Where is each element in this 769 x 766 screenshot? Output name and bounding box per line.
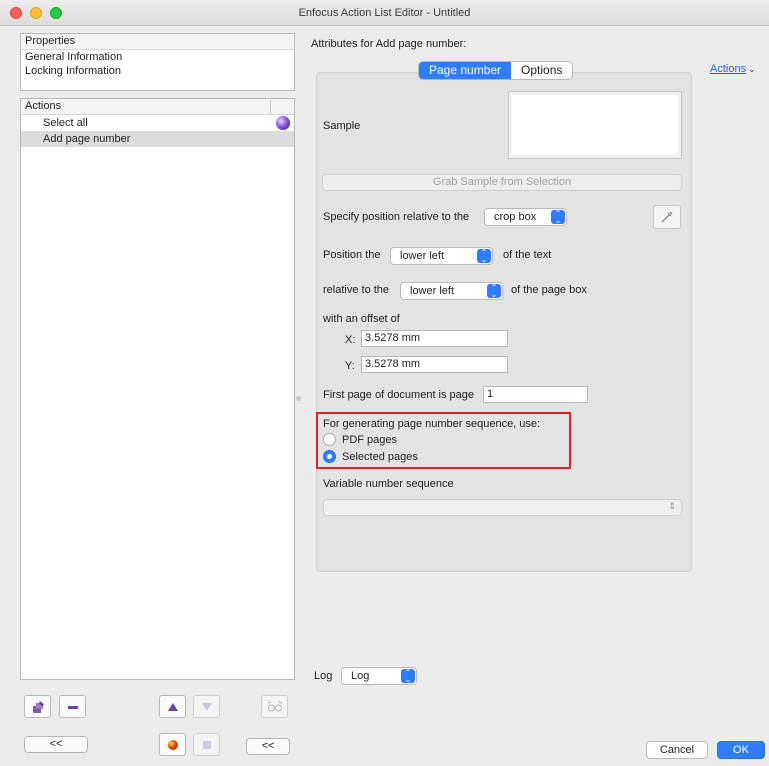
cancel-button[interactable]: Cancel [646, 741, 708, 759]
move-down-button[interactable] [193, 695, 220, 718]
move-up-button[interactable] [159, 695, 186, 718]
updown-arrows-icon: ⌃ ⌄ [477, 249, 491, 264]
grab-sample-button[interactable]: Grab Sample from Selection [322, 174, 682, 191]
preview-button[interactable] [261, 695, 288, 718]
sample-preview [508, 91, 682, 159]
pdf-pages-radio[interactable] [323, 433, 336, 446]
move-down-icon [201, 702, 212, 711]
y-offset-field[interactable]: 3.5278 mm [361, 356, 508, 373]
collapse-right-button[interactable]: << [246, 738, 290, 755]
glasses-icon [267, 700, 282, 712]
actions-menu-label: Actions [710, 63, 747, 75]
remove-action-button[interactable] [59, 695, 86, 718]
eyedropper-button[interactable] [653, 205, 681, 229]
first-page-field[interactable]: 1 [483, 386, 588, 403]
ok-button[interactable]: OK [717, 741, 765, 759]
action-item-select-all[interactable]: Select all [21, 115, 294, 131]
chevron-down-icon: ⌄ [748, 64, 756, 74]
splitter-handle[interactable] [296, 396, 301, 401]
of-page-box-label: of the page box [511, 284, 587, 296]
action-item-label: Select all [43, 117, 88, 129]
tab-options[interactable]: Options [511, 62, 572, 79]
text-anchor-value: lower left [400, 250, 445, 262]
log-label: Log [314, 670, 333, 682]
header-divider [270, 100, 271, 114]
edit-action-button[interactable] [24, 695, 51, 718]
attributes-title: Attributes for Add page number: [311, 38, 467, 50]
x-offset-label: X: [345, 334, 356, 346]
log-select[interactable]: Log ⌃ ⌄ [341, 667, 417, 685]
properties-header: Properties [21, 34, 294, 50]
updown-arrows-icon: ⌃ ⌄ [401, 669, 415, 684]
offset-label: with an offset of [323, 313, 400, 325]
record-button[interactable] [159, 733, 186, 756]
position-relative-select[interactable]: crop box ⌃ ⌄ [484, 208, 567, 226]
position-relative-label: Specify position relative to the [323, 211, 470, 223]
actions-menu[interactable]: Actions ⌄ [710, 63, 756, 75]
updown-arrows-icon: ⌃ ⌄ [487, 284, 501, 299]
sample-label: Sample [323, 120, 361, 132]
sequence-label: For generating page number sequence, use… [323, 418, 541, 430]
actions-list: Actions Select all Add page number [20, 98, 295, 680]
edit-icon [32, 700, 44, 713]
text-anchor-select[interactable]: lower left ⌃ ⌄ [390, 247, 493, 265]
actions-header: Actions [21, 99, 294, 115]
updown-arrows-icon: ⇕ [668, 501, 676, 511]
stop-icon [202, 740, 211, 749]
record-icon [167, 739, 178, 750]
log-value: Log [351, 670, 370, 682]
window-title: Enfocus Action List Editor - Untitled [298, 7, 471, 19]
first-page-label: First page of document is page [323, 389, 475, 401]
position-the-label: Position the [323, 249, 381, 261]
variable-sequence-label: Variable number sequence [323, 478, 454, 490]
collapse-left-button[interactable]: << [24, 736, 88, 753]
sphere-icon [276, 116, 290, 130]
move-up-icon [167, 702, 178, 711]
title-bar: Enfocus Action List Editor - Untitled [0, 0, 769, 26]
y-offset-label: Y: [345, 360, 355, 372]
selected-pages-radio[interactable] [323, 450, 336, 463]
properties-item-general[interactable]: General Information [21, 50, 294, 64]
remove-icon [67, 705, 78, 709]
action-item-add-page-number[interactable]: Add page number [21, 131, 294, 147]
page-box-anchor-value: lower left [410, 285, 455, 297]
properties-item-locking[interactable]: Locking Information [21, 64, 294, 78]
updown-arrows-icon: ⌃ ⌄ [551, 210, 565, 225]
editor-window: Enfocus Action List Editor - Untitled Pr… [0, 0, 769, 766]
tab-bar: Page number Options [418, 61, 574, 80]
actions-header-label: Actions [25, 100, 62, 112]
tab-page-number[interactable]: Page number [419, 62, 512, 79]
selected-pages-label[interactable]: Selected pages [342, 451, 418, 463]
x-offset-field[interactable]: 3.5278 mm [361, 330, 508, 347]
eyedropper-icon [661, 211, 673, 223]
page-box-anchor-select[interactable]: lower left ⌃ ⌄ [400, 282, 503, 300]
stop-button[interactable] [193, 733, 220, 756]
pdf-pages-label[interactable]: PDF pages [342, 434, 397, 446]
variable-sequence-select: ⇕ [323, 499, 682, 516]
properties-list: Properties General Information Locking I… [20, 33, 295, 91]
relative-to-label: relative to the [323, 284, 390, 296]
action-item-label: Add page number [43, 133, 131, 145]
position-relative-value: crop box [494, 211, 537, 223]
of-text-label: of the text [503, 249, 552, 261]
